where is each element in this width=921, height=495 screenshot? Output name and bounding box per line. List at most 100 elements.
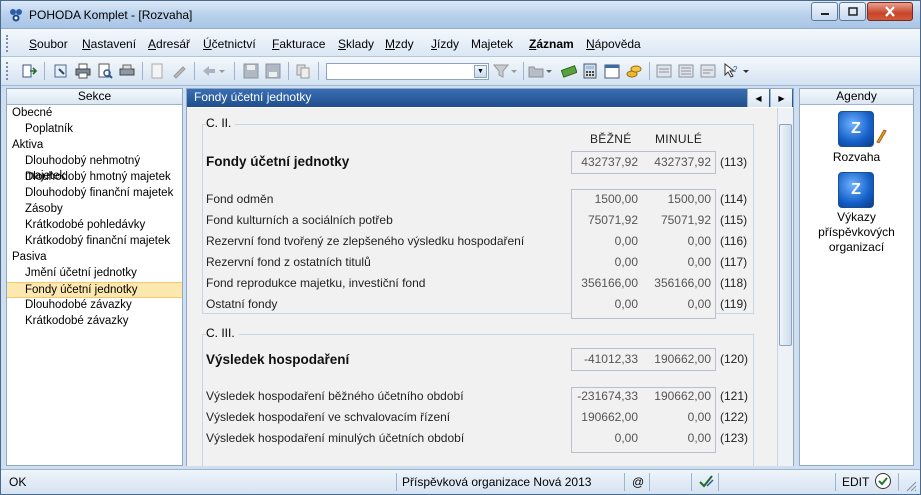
edit-record-icon[interactable] [171,63,187,79]
menu-sklady[interactable]: Sklady [338,37,374,51]
scrollbar-thumb[interactable] [779,124,792,346]
row-current-value[interactable]: 356166,00 [575,276,638,290]
menu-ucetnictvi[interactable]: Účetnictví [203,37,256,51]
form-view-icon[interactable] [678,63,694,79]
sekce-item[interactable]: Zásoby [7,202,182,218]
line-code: (114) [720,192,748,206]
row-current-value[interactable]: 0,00 [575,431,638,445]
total-previous-value[interactable]: 190662,00 [645,352,711,366]
sekce-item[interactable]: Krátkodobé závazky [7,314,182,330]
save-icon[interactable] [243,63,259,79]
coins-icon[interactable] [626,63,642,79]
help-dropdown-icon[interactable] [741,63,751,79]
sekce-item[interactable]: Dlouhodobý finanční majetek [7,186,182,202]
row-current-value[interactable]: 1500,00 [575,192,638,206]
sekce-item[interactable]: Fondy účetní jednotky [7,282,182,298]
maximize-button[interactable] [839,2,866,21]
folder-dropdown-icon[interactable] [544,63,554,79]
row-previous-value[interactable]: 0,00 [645,410,711,424]
back-dropdown-icon[interactable] [217,63,227,79]
app-window: POHODA Komplet - [Rozvaha] Soubor Nastave… [0,0,921,495]
sekce-item[interactable]: Dlouhodobé závazky [7,298,182,314]
total-current-value[interactable]: -41012,33 [575,352,638,366]
sekce-item[interactable]: Jmění účetní jednotky [7,266,182,282]
sekce-item[interactable]: Poplatník [7,122,182,138]
money-icon[interactable] [561,63,577,79]
print-preview-icon[interactable] [97,63,113,79]
calendar-icon[interactable] [604,63,620,79]
exit-agenda-icon[interactable] [21,63,37,79]
agenda-search-combo[interactable]: ▼ [326,63,489,80]
rozvaha-agenda-icon[interactable]: Z [838,111,874,147]
menu-napoveda[interactable]: Nápověda [586,37,641,51]
print-icon[interactable] [75,63,91,79]
menu-jizdy[interactable]: Jízdy [431,37,459,51]
prev-tab-button[interactable]: ◀ [747,89,769,107]
row-current-value[interactable]: -231674,33 [575,389,638,403]
row-current-value[interactable]: 0,00 [575,255,638,269]
agenda-vykazy-label-3[interactable]: organizací [800,240,913,255]
row-current-value[interactable]: 190662,00 [575,410,638,424]
new-record-icon[interactable] [149,63,165,79]
total-previous-value[interactable]: 432737,92 [645,155,711,169]
pohoda-app-icon[interactable] [8,7,24,23]
row-previous-value[interactable]: 1500,00 [645,192,711,206]
chevron-right-icon: ▶ [778,93,785,103]
back-arrow-icon[interactable] [201,63,217,79]
menu-soubor[interactable]: Soubor [29,37,68,51]
sekce-item[interactable]: Krátkodobé pohledávky [7,218,182,234]
menu-adresar[interactable]: Adresář [148,37,190,51]
sekce-group[interactable]: Aktiva [7,138,182,154]
sekce-item[interactable]: Dlouhodobý nehmotný majetek [7,154,182,182]
row-previous-value[interactable]: 190662,00 [645,389,711,403]
minimize-button[interactable] [811,2,838,21]
help-pointer-icon[interactable]: ? [723,63,739,79]
menu-mzdy[interactable]: Mzdy [385,37,414,51]
combo-dropdown-icon[interactable]: ▼ [474,65,487,78]
select-icon[interactable] [53,63,69,79]
menu-label-rest: klady [346,37,375,51]
row-previous-value[interactable]: 356166,00 [645,276,711,290]
save-all-icon[interactable] [265,63,281,79]
status-bar: OK Příspěvková organizace Nová 2013 @ ED… [1,469,920,494]
sekce-item[interactable]: Dlouhodobý hmotný majetek [7,170,182,186]
toolbar-grip[interactable] [6,62,9,80]
row-previous-value[interactable]: 0,00 [645,431,711,445]
row-previous-value[interactable]: 0,00 [645,255,711,269]
content-vertical-scrollbar[interactable] [777,108,793,466]
sekce-group[interactable]: Obecné [7,106,182,122]
menu-majetek[interactable]: Majetek [471,37,513,51]
copy-icon[interactable] [295,63,311,79]
menu-zaznam[interactable]: Záznam [529,37,574,51]
detail-view-icon[interactable] [700,63,716,79]
menu-fakturace[interactable]: Fakturace [272,37,325,51]
row-label: Rezervní fond z ostatních titulů [206,255,371,269]
print-setup-icon[interactable] [119,63,135,79]
vykazy-agenda-icon[interactable]: Z [838,172,874,208]
agenda-vykazy-label-1[interactable]: Výkazy [800,210,913,225]
row-previous-value[interactable]: 0,00 [645,234,711,248]
filter-dropdown-icon[interactable] [509,63,519,79]
next-tab-button[interactable]: ▶ [770,89,792,107]
line-code: (122) [720,410,749,424]
filter-icon[interactable] [493,63,509,79]
menu-accelerator: S [338,37,347,51]
sekce-item[interactable]: Krátkodobý finanční majetek [7,234,182,250]
row-previous-value[interactable]: 75071,92 [645,213,711,227]
folder-icon[interactable] [528,63,544,79]
row-previous-value[interactable]: 0,00 [645,297,711,311]
calculator-icon[interactable] [582,63,598,79]
sekce-group[interactable]: Pasiva [7,250,182,266]
status-separator [691,473,692,491]
close-button[interactable] [867,2,913,21]
row-current-value[interactable]: 75071,92 [575,213,638,227]
row-current-value[interactable]: 0,00 [575,297,638,311]
row-current-value[interactable]: 0,00 [575,234,638,248]
list-view-icon[interactable] [656,63,672,79]
agenda-rozvaha-label[interactable]: Rozvaha [800,150,913,165]
menu-nastaveni[interactable]: Nastavení [82,37,136,51]
resize-grip-icon[interactable] [905,480,917,492]
menubar-grip[interactable] [6,35,9,52]
agenda-vykazy-label-2[interactable]: příspěvkových [800,225,913,240]
total-current-value[interactable]: 432737,92 [575,155,638,169]
